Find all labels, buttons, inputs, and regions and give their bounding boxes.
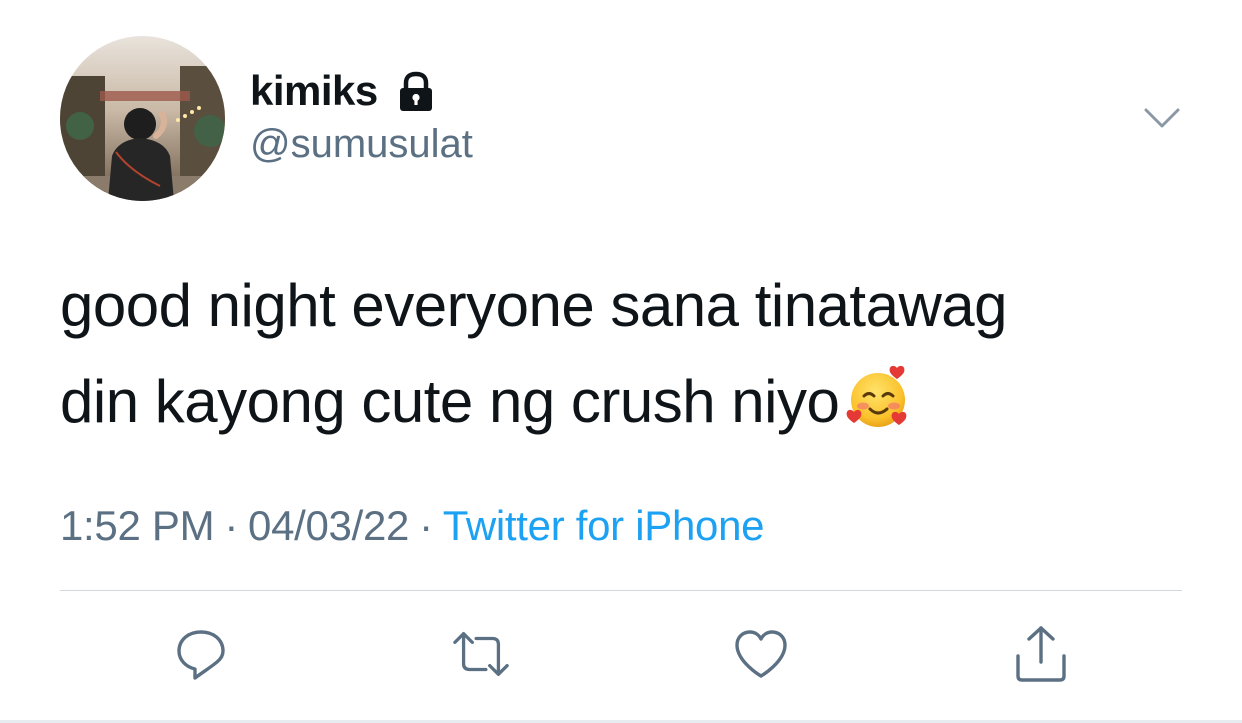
display-name[interactable]: kimiks: [250, 67, 378, 115]
reply-button[interactable]: [171, 624, 231, 684]
author-name-row: kimiks: [250, 66, 438, 116]
retweet-button[interactable]: [451, 624, 511, 684]
tweet-time[interactable]: 1:52 PM: [60, 502, 215, 549]
tweet-source-link[interactable]: Twitter for iPhone: [443, 502, 765, 549]
avatar[interactable]: [60, 36, 225, 201]
lock-icon: [394, 69, 438, 113]
tweet-meta: 1:52 PM · 04/03/22 · Twitter for iPhone: [60, 502, 765, 550]
tweet-text-line-1: good night everyone sana tinatawag: [60, 272, 1008, 339]
tweet-date[interactable]: 04/03/22: [248, 502, 409, 549]
like-button[interactable]: [731, 624, 791, 684]
tweet-text-line-2: din kayong cute ng crush niyo: [60, 354, 1200, 450]
tweet-text: good night everyone sana tinatawag din k…: [60, 258, 1200, 450]
meta-separator: ·: [419, 502, 433, 549]
chevron-down-icon[interactable]: [1140, 100, 1184, 136]
avatar-photo: [60, 36, 225, 201]
meta-separator: ·: [224, 502, 239, 549]
reply-icon: [177, 630, 225, 680]
share-button[interactable]: [1011, 624, 1071, 684]
tweet-text-line-2-text: din kayong cute ng crush niyo: [60, 368, 840, 435]
smiling-face-with-hearts-emoji-icon: [845, 364, 913, 432]
share-icon: [1016, 626, 1066, 682]
retweet-icon: [453, 632, 509, 676]
divider: [60, 590, 1182, 591]
heart-icon: [735, 630, 787, 678]
user-handle[interactable]: @sumusulat: [250, 122, 473, 167]
